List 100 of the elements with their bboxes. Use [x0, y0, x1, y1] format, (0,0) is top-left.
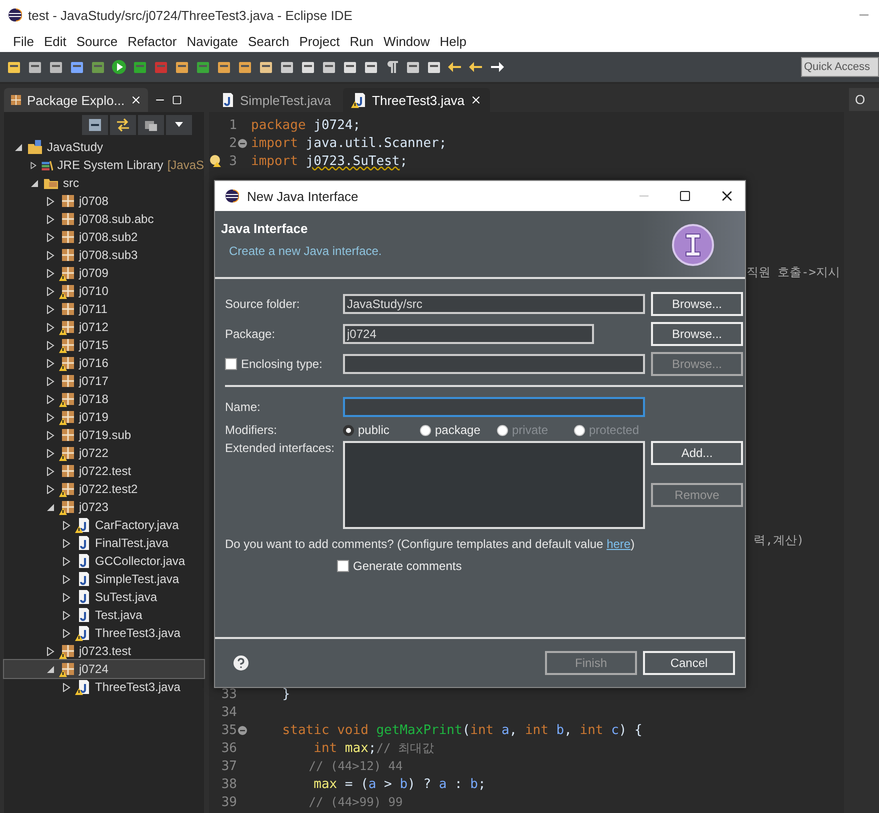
expanded-arrow-icon[interactable]	[46, 502, 55, 512]
editor-tab[interactable]: ThreeTest3.java	[343, 88, 490, 112]
name-field[interactable]	[343, 397, 645, 417]
line-number: 34	[221, 704, 237, 720]
package-explorer-tab[interactable]: Package Explo...	[4, 88, 148, 112]
menu-item[interactable]: Source	[71, 34, 123, 48]
checkbox[interactable]	[225, 358, 237, 370]
text-field[interactable]: j0724	[343, 324, 594, 344]
tree-item[interactable]: CarFactory.java	[4, 516, 204, 534]
tree-item[interactable]: j0710	[4, 282, 204, 300]
menu-item[interactable]: Refactor	[122, 34, 182, 48]
maximize-icon[interactable]	[679, 190, 691, 202]
text-field[interactable]	[343, 354, 645, 374]
dropdown-icon	[174, 122, 184, 128]
menu-item[interactable]: Window	[378, 34, 435, 48]
menu-item[interactable]: Project	[294, 34, 345, 48]
tree-item[interactable]: src	[4, 174, 204, 192]
expanded-arrow-icon[interactable]	[14, 142, 23, 152]
run-icon[interactable]	[111, 59, 127, 75]
tree-item[interactable]: SimpleTest.java	[4, 570, 204, 588]
menu-item[interactable]: Navigate	[182, 34, 244, 48]
tree-item[interactable]: j0711	[4, 300, 204, 318]
close-icon[interactable]	[130, 94, 142, 106]
quick-access-field[interactable]: Quick Access	[801, 57, 879, 77]
view-menu-button[interactable]	[166, 115, 192, 135]
add-button[interactable]: Add...	[651, 441, 743, 465]
tree-item[interactable]: j0723	[4, 498, 204, 516]
tree-item[interactable]: JavaStudy	[4, 138, 204, 156]
package-explorer-icon	[10, 94, 22, 106]
swap-arrows-icon	[116, 118, 130, 132]
tree-item[interactable]: GCCollector.java	[4, 552, 204, 570]
radio-option[interactable]: public	[343, 423, 420, 437]
tree-item[interactable]: j0712	[4, 318, 204, 336]
code-line: package j0724;	[250, 118, 361, 132]
warning-java-file-icon	[351, 92, 368, 108]
collapsed-arrow-icon[interactable]	[30, 160, 37, 170]
code-line: }	[281, 686, 290, 702]
folders-icon	[144, 118, 158, 132]
browse-button[interactable]: Browse...	[651, 292, 743, 316]
warning-package-icon	[59, 391, 75, 407]
generate-comments-checkbox[interactable]: Generate comments	[215, 551, 745, 573]
tree-item[interactable]: j0715	[4, 336, 204, 354]
collapse-all-button[interactable]	[82, 115, 108, 135]
tree-item[interactable]: j0708.sub.abc	[4, 210, 204, 228]
field-label: Source folder:	[225, 297, 300, 311]
wizard-description: Create a new Java interface.	[228, 244, 382, 258]
tree-item[interactable]: j0709	[4, 264, 204, 282]
help-icon[interactable]	[231, 653, 251, 673]
tree-item[interactable]: j0708.sub2	[4, 228, 204, 246]
tree-item[interactable]: j0719	[4, 408, 204, 426]
interfaces-list[interactable]	[343, 441, 645, 529]
expanded-arrow-icon[interactable]	[46, 664, 55, 674]
outline-tab[interactable]: O	[849, 88, 879, 111]
tree-item[interactable]: j0722.test2	[4, 480, 204, 498]
tree-item[interactable]: ThreeTest3.java	[4, 624, 204, 642]
tree-item[interactable]: j0723.test	[4, 642, 204, 660]
editor-tab[interactable]: SimpleTest.java	[211, 88, 340, 112]
code-fragment: 직원 호출->지시	[746, 264, 840, 281]
tree-item[interactable]: j0716	[4, 354, 204, 372]
code-line: // (44>99) 99	[308, 794, 403, 810]
menu-item[interactable]: Run	[344, 34, 379, 48]
close-icon[interactable]	[470, 94, 482, 106]
tree-item[interactable]: j0724	[4, 660, 204, 678]
tree-item[interactable]: ThreeTest3.java	[4, 678, 204, 696]
warning-package-icon	[59, 355, 75, 371]
tree-item[interactable]: JRE System Library [JavaS	[4, 156, 204, 174]
menu-item[interactable]: Help	[434, 34, 472, 48]
tree-item[interactable]: SuTest.java	[4, 588, 204, 606]
tree-item[interactable]: j0708.sub3	[4, 246, 204, 264]
expanded-arrow-icon[interactable]	[30, 178, 39, 188]
collapse-all-icon	[88, 118, 102, 132]
browse-button[interactable]: Browse...	[651, 322, 743, 346]
link-editor-button[interactable]	[110, 115, 136, 135]
tree-item[interactable]: j0717	[4, 372, 204, 390]
line-number: 37	[221, 758, 237, 774]
arrow-right-icon[interactable]	[489, 59, 505, 75]
menu-item[interactable]: File	[8, 34, 39, 48]
text-field[interactable]: JavaStudy/src	[343, 294, 645, 314]
collapsed-arrow-icon[interactable]	[62, 682, 71, 692]
fold-icon[interactable]	[238, 138, 247, 148]
tree-item[interactable]: Test.java	[4, 606, 204, 624]
tree-item[interactable]: j0722.test	[4, 462, 204, 480]
code-line: int max;// 최대값	[312, 740, 434, 756]
eclipse-logo-icon	[8, 8, 22, 22]
here-link[interactable]: here	[606, 537, 631, 551]
code-line: static void getMaxPrint(int a, int b, int c) {	[281, 722, 642, 738]
window-title: test - JavaStudy/src/j0724/ThreeTest3.java - Eclipse IDE	[28, 8, 354, 22]
menu-item[interactable]: Search	[243, 34, 294, 48]
cancel-button[interactable]: Cancel	[643, 651, 735, 675]
tree-item[interactable]: j0722	[4, 444, 204, 462]
warning-package-icon	[59, 643, 75, 659]
line-number: 1	[229, 118, 237, 132]
fold-icon[interactable]	[238, 726, 247, 734]
tree-item[interactable]: j0708	[4, 192, 204, 210]
tree-item[interactable]: FinalTest.java	[4, 534, 204, 552]
tree-item[interactable]: j0719.sub	[4, 426, 204, 444]
menu-item[interactable]: Edit	[38, 34, 72, 48]
radio-option[interactable]: package	[420, 423, 497, 437]
tree-item[interactable]: j0718	[4, 390, 204, 408]
focus-button[interactable]	[138, 115, 164, 135]
